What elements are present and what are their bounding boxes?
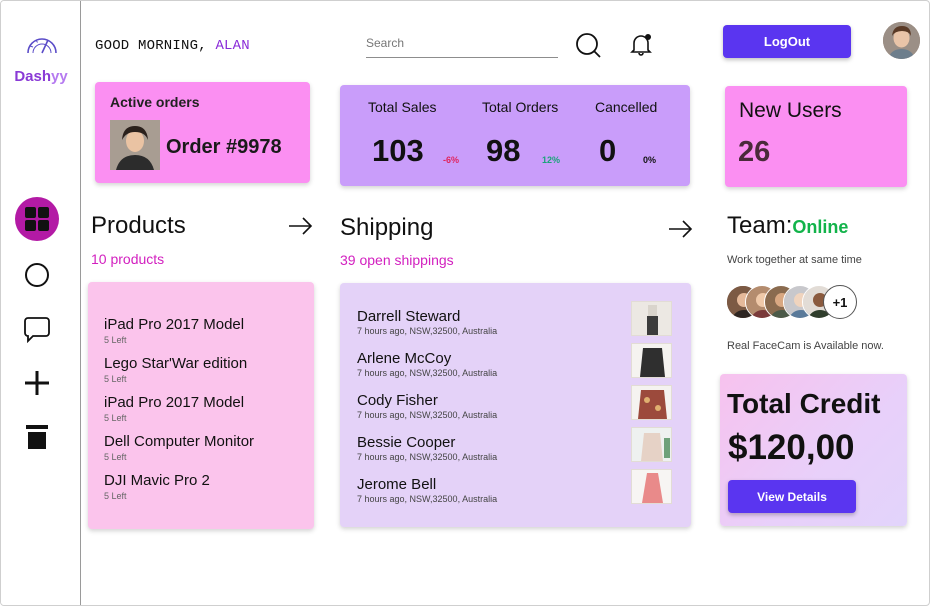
product-name: Dell Computer Monitor — [104, 433, 255, 450]
shipping-title: Shipping — [340, 214, 434, 241]
trash-icon — [26, 425, 48, 449]
team-more-count: +1 — [823, 285, 857, 319]
nav-delete[interactable] — [15, 415, 59, 459]
products-list-card: iPad Pro 2017 Model 5 Left Lego Star'War… — [88, 282, 314, 529]
order-number: Order #9978 — [166, 136, 282, 158]
product-thumbnail — [631, 385, 672, 420]
product-stock: 5 Left — [104, 452, 127, 462]
brand-logo-text: Dashyy — [1, 68, 81, 85]
circle-icon — [25, 263, 49, 287]
active-orders-card[interactable]: Active orders Order #9978 — [95, 82, 310, 183]
list-item[interactable]: Lego Star'War edition 5 Left — [104, 355, 247, 385]
nav-messages[interactable] — [15, 307, 59, 351]
nav-dashboard[interactable] — [15, 197, 59, 241]
active-orders-title: Active orders — [110, 94, 200, 110]
product-name: Lego Star'War edition — [104, 355, 248, 372]
product-stock: 5 Left — [104, 413, 127, 423]
team-note: Real FaceCam is Available now. — [727, 340, 884, 352]
nav-add[interactable] — [15, 361, 59, 405]
product-thumbnail — [631, 427, 672, 462]
new-users-card[interactable]: New Users 26 — [725, 86, 907, 187]
search-icon[interactable] — [575, 32, 602, 59]
gauge-icon — [27, 38, 57, 54]
products-count: 10 products — [91, 251, 165, 267]
brand-name-main: Dash — [14, 68, 51, 85]
product-stock: 5 Left — [104, 374, 127, 384]
logout-button[interactable]: LogOut — [723, 25, 851, 58]
total-sales-value: 103 — [372, 133, 424, 168]
team-title-text: Team: — [727, 212, 793, 239]
products-title: Products — [91, 212, 186, 239]
nav-circle[interactable] — [15, 253, 59, 297]
list-item[interactable]: iPad Pro 2017 Model 5 Left — [104, 394, 244, 424]
products-arrow-right-icon[interactable] — [288, 217, 313, 235]
app-window: Dashyy GOOD MORNING, ALAN Search LogOut … — [0, 0, 930, 606]
sidebar: Dashyy — [1, 1, 81, 605]
cancelled-label: Cancelled — [595, 99, 658, 115]
total-credit-title: Total Credit — [727, 388, 881, 419]
shipping-count: 39 open shippings — [340, 252, 454, 268]
user-avatar-image — [883, 22, 920, 59]
greeting: GOOD MORNING, ALAN — [95, 38, 250, 54]
cancelled-value: 0 — [599, 133, 617, 168]
new-users-value: 26 — [738, 136, 771, 168]
product-thumbnail — [631, 343, 672, 378]
product-name: iPad Pro 2017 Model — [104, 316, 245, 333]
stats-card: Total Sales 103 -6% Total Orders 98 12% … — [340, 85, 690, 186]
total-orders-delta: 12% — [542, 155, 561, 165]
product-thumbnail — [631, 469, 672, 504]
shipping-arrow-right-icon[interactable] — [668, 220, 693, 238]
product-name: DJI Mavic Pro 2 — [104, 472, 210, 489]
team-title: Team:Online — [727, 212, 848, 240]
total-credit-amount: $120,00 — [728, 428, 855, 467]
greeting-text: GOOD MORNING, — [95, 38, 207, 54]
total-sales-delta: -6% — [443, 155, 460, 165]
search-input[interactable] — [366, 31, 558, 55]
view-details-button[interactable]: View Details — [728, 480, 856, 513]
cancelled-delta: 0% — [643, 155, 657, 165]
bell-icon[interactable] — [629, 31, 655, 57]
total-credit-card: Total Credit $120,00 View Details — [720, 374, 907, 526]
team-status: Online — [792, 217, 849, 237]
total-orders-label: Total Orders — [482, 99, 559, 115]
list-item[interactable]: DJI Mavic Pro 2 5 Left — [104, 472, 210, 502]
list-item[interactable]: Dell Computer Monitor 5 Left — [104, 433, 254, 463]
dashboard-grid-icon — [25, 207, 49, 231]
product-stock: 5 Left — [104, 335, 127, 345]
product-stock: 5 Left — [104, 491, 127, 501]
chat-icon — [24, 317, 50, 343]
product-thumbnail — [631, 301, 672, 336]
brand-name-accent: yy — [51, 68, 68, 85]
search-bar — [366, 31, 558, 58]
shipping-list-card: Darrell Steward 7 hours ago, NSW,32500, … — [340, 283, 691, 527]
list-item[interactable]: Jerome Bell 7 hours ago, NSW,32500, Aust… — [357, 469, 682, 518]
total-sales-label: Total Sales — [368, 99, 437, 115]
order-customer-photo — [110, 120, 160, 170]
user-name: ALAN — [215, 38, 250, 54]
list-item[interactable]: iPad Pro 2017 Model 5 Left — [104, 316, 244, 346]
total-orders-value: 98 — [486, 133, 521, 168]
team-subtitle: Work together at same time — [727, 254, 862, 266]
plus-icon — [25, 371, 49, 395]
user-avatar[interactable] — [883, 22, 920, 59]
new-users-title: New Users — [739, 99, 842, 122]
product-name: iPad Pro 2017 Model — [104, 394, 245, 411]
